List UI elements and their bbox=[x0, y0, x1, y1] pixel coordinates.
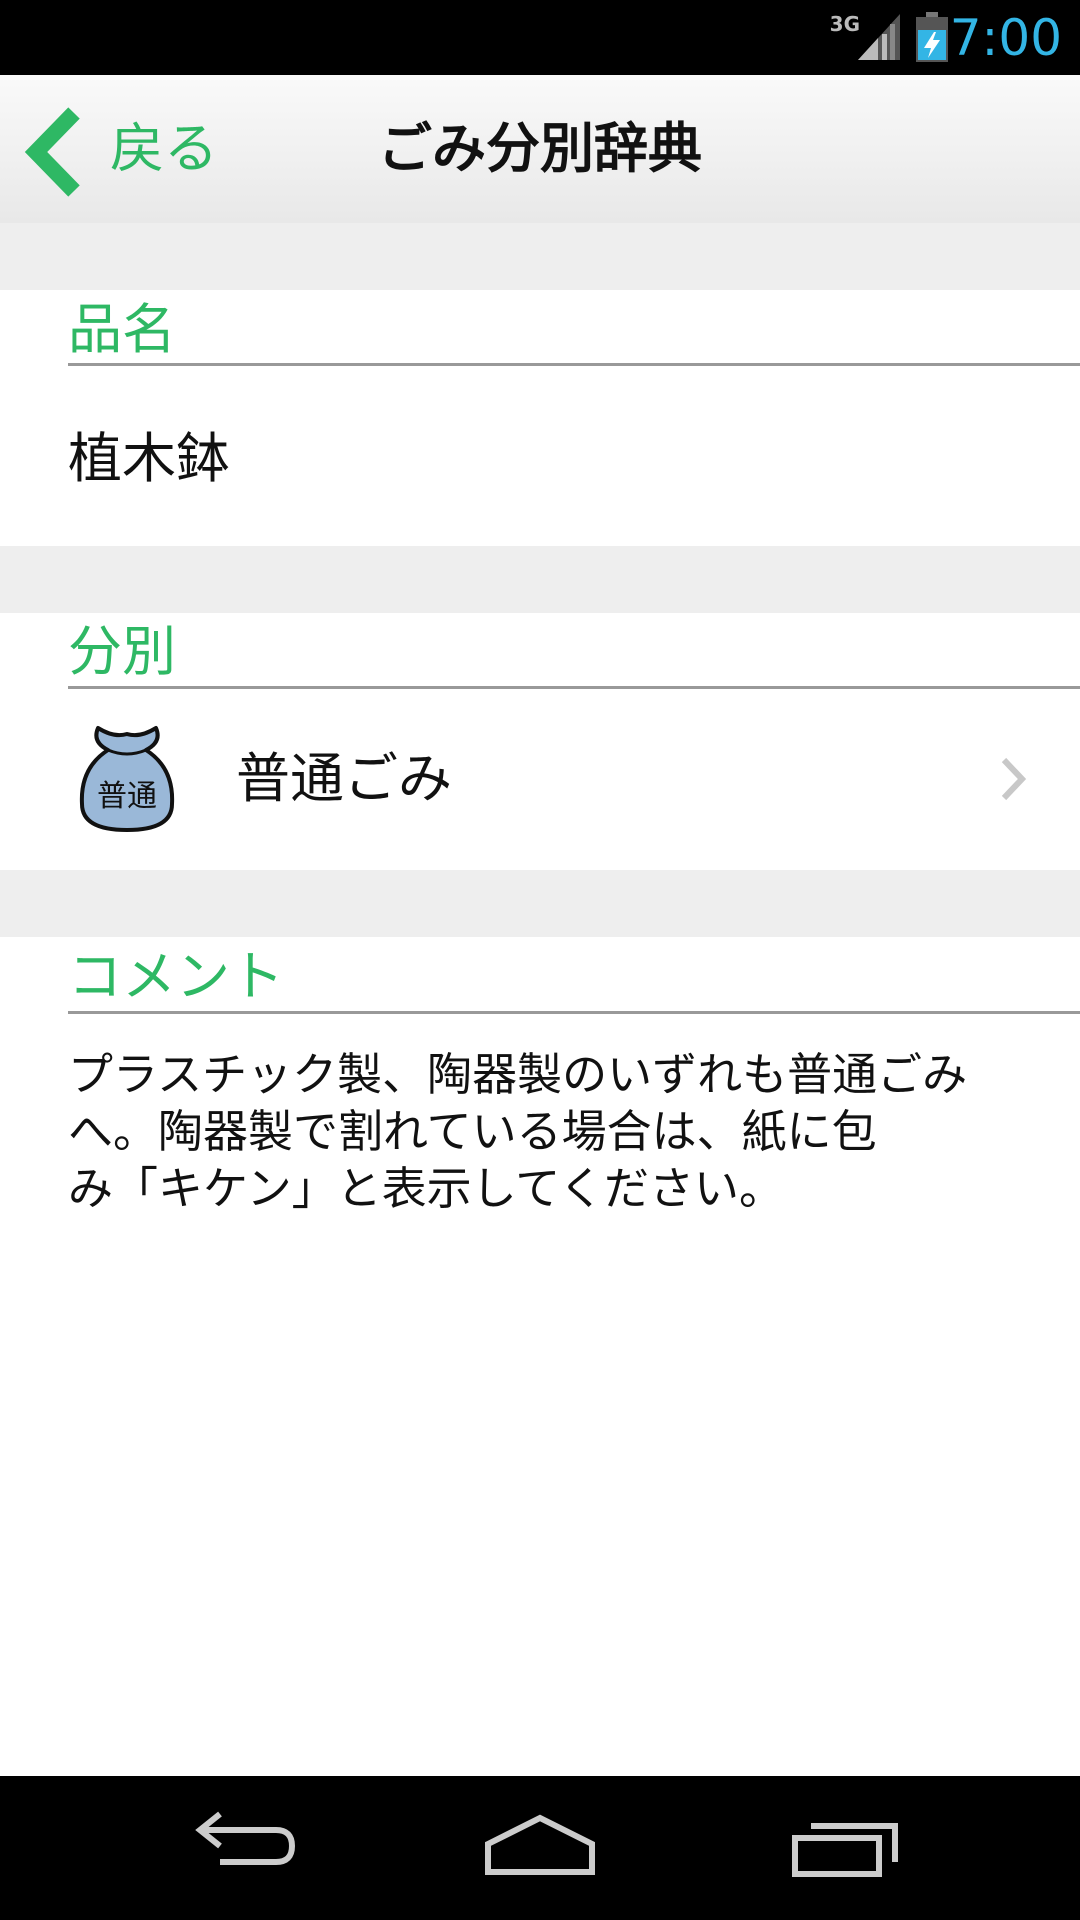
page-title: ごみ分別辞典 bbox=[378, 117, 702, 180]
category-row[interactable]: 普通 普通ごみ bbox=[0, 690, 1080, 870]
status-time: 7:00 bbox=[949, 9, 1062, 67]
battery-charging-icon bbox=[916, 12, 948, 62]
category-value: 普通ごみ bbox=[236, 747, 452, 810]
divider bbox=[68, 686, 1080, 689]
comment-text: プラスチック製、陶器製のいずれも普通ごみ へ。陶器製で割れている場合は、紙に包 … bbox=[68, 1048, 968, 1215]
navigation-bar bbox=[0, 1776, 1080, 1920]
section-gap bbox=[0, 870, 1080, 937]
recent-apps-nav-icon[interactable] bbox=[775, 1806, 915, 1886]
signal-icon bbox=[858, 14, 900, 60]
status-bar: 3G 7:00 bbox=[0, 0, 1080, 75]
category-heading: 分別 bbox=[68, 620, 176, 683]
divider bbox=[68, 1011, 1080, 1014]
network-type-label: 3G bbox=[829, 12, 860, 36]
back-nav-icon[interactable] bbox=[170, 1806, 310, 1886]
comment-heading: コメント bbox=[68, 945, 284, 1008]
garbage-bag-icon: 普通 bbox=[79, 726, 175, 832]
item-name-value: 植木鉢 bbox=[68, 427, 230, 490]
section-gap bbox=[0, 223, 1080, 290]
chevron-right-icon bbox=[1001, 757, 1027, 801]
item-name-heading: 品名 bbox=[68, 298, 176, 361]
home-nav-icon[interactable] bbox=[470, 1806, 610, 1886]
section-gap bbox=[0, 546, 1080, 613]
app-header: 戻る ごみ分別辞典 bbox=[0, 75, 1080, 223]
divider bbox=[68, 363, 1080, 366]
bag-icon-text: 普通 bbox=[97, 779, 157, 814]
